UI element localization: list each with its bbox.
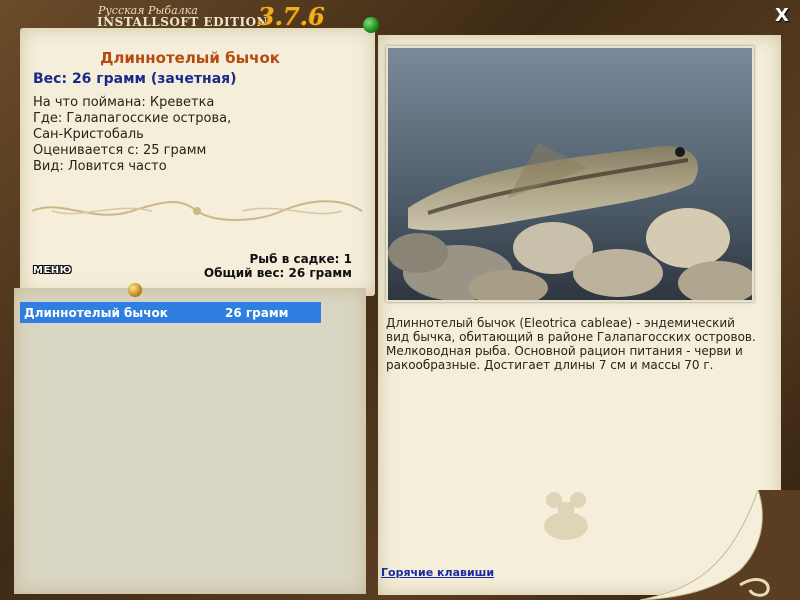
fish-bait: На что поймана: Креветка — [33, 95, 215, 110]
hotkeys-link[interactable]: Горячие клавиши — [381, 566, 494, 579]
logo-version: 3.7.6 — [258, 2, 325, 31]
fish-photo-image — [388, 48, 752, 300]
fisherman-watermark-icon — [544, 492, 588, 540]
close-button[interactable]: X — [772, 6, 792, 26]
cage-total-weight: Общий вес: 26 грамм — [203, 266, 352, 280]
catch-list — [20, 302, 362, 592]
title-bar: Русская Рыбалка INSTALLSOFT EDITION 3.7.… — [0, 0, 800, 31]
logo-title: INSTALLSOFT EDITION — [97, 15, 269, 29]
gold-pin-icon — [128, 283, 142, 297]
fish-location-line-2: Сан-Кристобаль — [33, 127, 144, 142]
fish-description: Длиннотелый бычок (Eleotrica cableae) - … — [386, 316, 756, 372]
ornament-divider — [31, 200, 363, 221]
menu-button[interactable]: МЕНЮ — [33, 265, 77, 279]
fish-kind: Вид: Ловится часто — [33, 159, 167, 174]
green-pin-icon — [363, 17, 379, 33]
fish-name-title: Длиннотелый бычок — [100, 49, 280, 67]
fish-rated-from: Оценивается с: 25 грамм — [33, 143, 207, 158]
cage-count: Рыб в садке: 1 — [249, 252, 353, 266]
page-curl-icon — [640, 490, 800, 600]
fish-weight: Вес: 26 грамм (зачетная) — [33, 71, 237, 87]
list-item-weight: 26 грамм — [225, 306, 289, 320]
list-item-name: Длиннотелый бычок — [24, 306, 168, 320]
fish-location-line-1: Где: Галапагосские острова, — [33, 111, 232, 126]
fish-photo — [386, 46, 754, 302]
